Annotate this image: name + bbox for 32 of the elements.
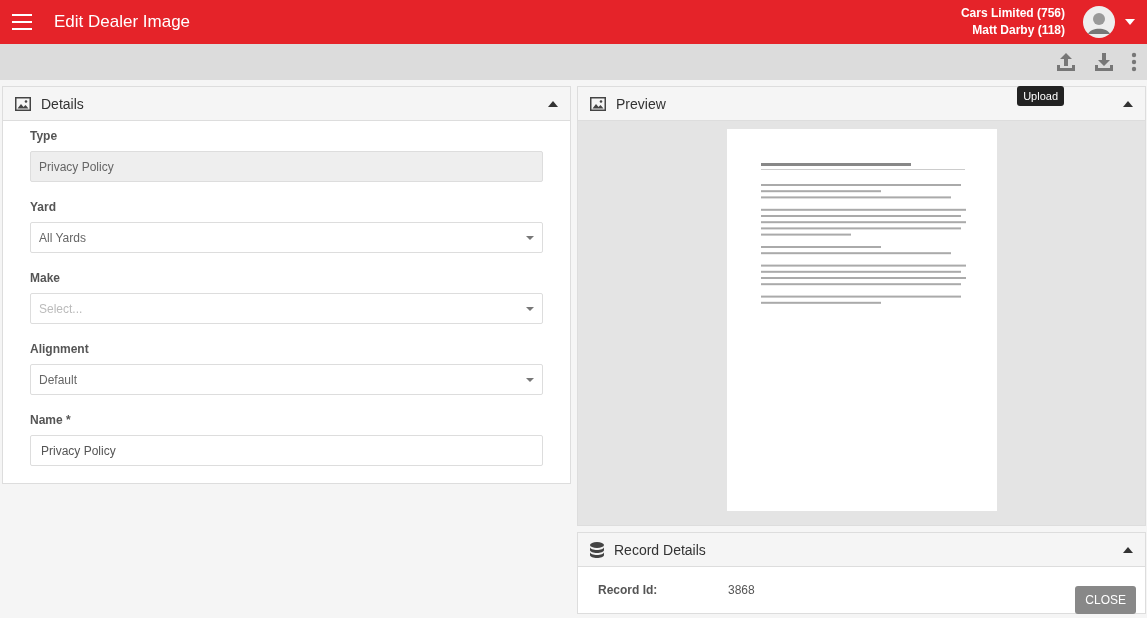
record-value: 3868 [728,583,755,597]
page-title: Edit Dealer Image [54,12,192,32]
close-button[interactable]: CLOSE [1075,586,1136,614]
select-field[interactable]: Default [30,364,543,395]
select-field[interactable]: All Yards [30,222,543,253]
name-input[interactable]: Privacy Policy [30,435,543,466]
tooltip: Upload [1017,86,1064,106]
collapse-icon[interactable] [548,100,558,107]
avatar[interactable] [1083,6,1115,38]
account-name: Cars Limited (756) [960,5,1065,22]
panel-title: Details [41,95,84,112]
user-name: Matt Darby (118) [972,22,1065,39]
field-label: Name * [30,413,72,427]
field-label: Alignment [30,342,90,356]
field-label: Type [30,129,59,143]
image-icon [590,96,606,111]
record-label: Record Id: [598,583,659,597]
field-label: Yard [30,200,57,214]
collapse-icon[interactable] [1123,546,1133,553]
type-field: Privacy Policy [30,151,543,182]
caret-icon[interactable] [1125,19,1135,25]
database-icon [590,541,604,558]
caret-icon [526,377,534,382]
panel-title: Preview [616,95,666,112]
field-label: Make [30,271,62,285]
caret-icon [526,235,534,240]
panel-title: Record Details [614,541,706,558]
image-icon [15,96,31,111]
collapse-icon[interactable] [1123,100,1133,107]
menu-icon[interactable] [12,14,32,30]
more-button[interactable] [1129,50,1139,74]
caret-icon [526,306,534,311]
